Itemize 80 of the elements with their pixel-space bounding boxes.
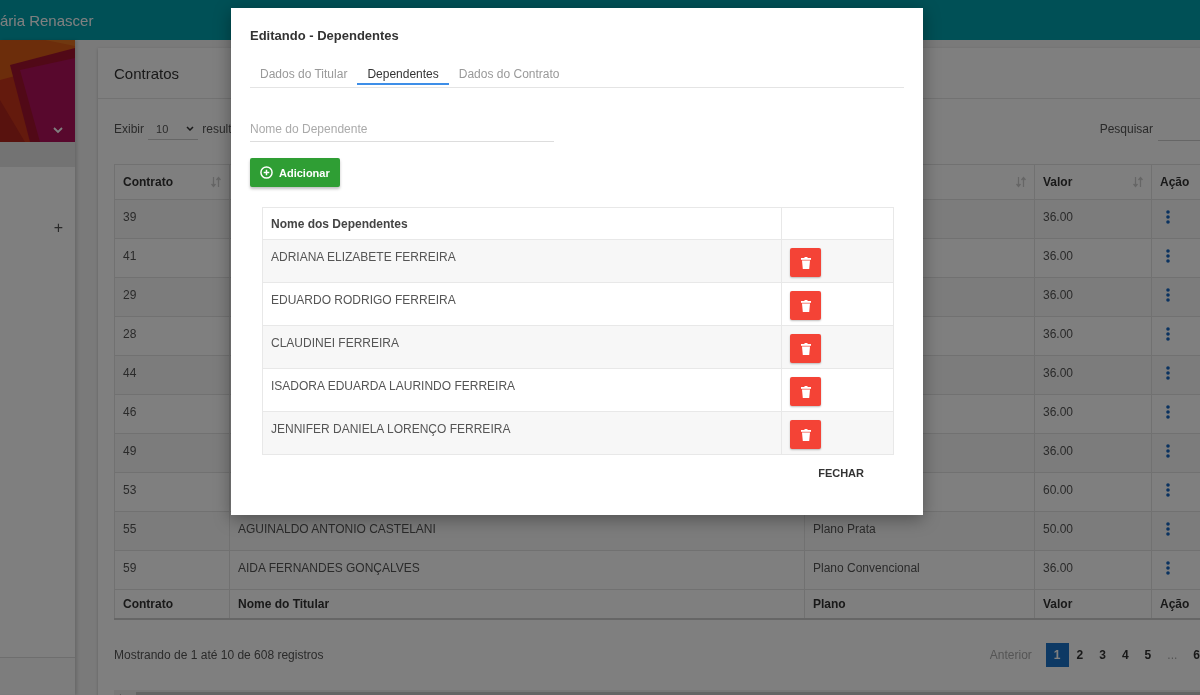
table-cell: 36.00 <box>1043 366 1074 380</box>
pagination-ellipsis: ... <box>1166 647 1179 664</box>
table-cell: 28 <box>123 327 137 341</box>
chevron-down-icon <box>186 126 195 131</box>
table-cell: 49 <box>123 444 137 458</box>
table-cell: 50.00 <box>1043 522 1074 536</box>
page-link[interactable]: 2 <box>1068 643 1092 667</box>
column-header: Plano <box>813 597 846 611</box>
table-cell: JENNIFER DANIELA LORENÇO FERREIRA <box>271 422 511 436</box>
table-cell: 59 <box>123 561 137 575</box>
page-size-select[interactable]: 10 <box>148 118 199 140</box>
more-options-icon[interactable] <box>1166 327 1170 341</box>
trash-icon <box>800 299 811 312</box>
more-options-icon[interactable] <box>1166 444 1170 458</box>
delete-button[interactable] <box>790 420 821 449</box>
column-header: Valor <box>1043 597 1073 611</box>
trash-icon <box>800 385 811 398</box>
page-link[interactable]: 5 <box>1136 643 1160 667</box>
records-info: Mostrando de 1 até 10 de 608 registros <box>114 648 324 662</box>
column-header: Contrato <box>123 597 173 611</box>
table-cell: ADRIANA ELIZABETE FERREIRA <box>271 250 456 264</box>
trash-icon <box>800 428 811 441</box>
table-cell: AIDA FERNANDES GONÇALVES <box>238 561 420 575</box>
table-cell: 36.00 <box>1043 405 1074 419</box>
chevron-down-icon[interactable] <box>53 127 63 134</box>
table-cell: 39 <box>123 210 137 224</box>
more-options-icon[interactable] <box>1166 561 1170 575</box>
add-button[interactable]: Adicionar <box>250 158 340 187</box>
table-cell: Plano Convencional <box>813 561 920 575</box>
column-header: Ação <box>1160 597 1190 611</box>
add-menu-button[interactable]: + <box>53 219 63 237</box>
page-link[interactable]: 6 <box>1185 643 1200 667</box>
table-cell: 36.00 <box>1043 210 1074 224</box>
more-options-icon[interactable] <box>1166 522 1170 536</box>
table-cell: 53 <box>123 483 137 497</box>
tab[interactable]: Dados do Titular <box>250 64 358 85</box>
trash-icon <box>800 342 811 355</box>
table-cell: EDUARDO RODRIGO FERREIRA <box>271 293 456 307</box>
table-cell: 60.00 <box>1043 483 1074 497</box>
page-link[interactable]: 4 <box>1113 643 1137 667</box>
column-header[interactable]: Contrato <box>123 175 173 189</box>
table-cell: 44 <box>123 366 137 380</box>
tab[interactable]: Dados do Contrato <box>448 64 570 85</box>
column-header: Nome do Titular <box>238 597 330 611</box>
table-cell: CLAUDINEI FERREIRA <box>271 336 400 350</box>
page-link[interactable]: 3 <box>1091 643 1114 667</box>
plus-circle-icon <box>260 166 273 179</box>
table-cell: 36.00 <box>1043 288 1074 302</box>
more-options-icon[interactable] <box>1166 483 1170 497</box>
column-header[interactable]: Valor <box>1043 175 1073 189</box>
show-suffix: result <box>202 122 232 136</box>
delete-button[interactable] <box>790 248 821 277</box>
page-link[interactable]: 1 <box>1045 643 1069 667</box>
more-options-icon[interactable] <box>1166 366 1170 380</box>
table-cell: 36.00 <box>1043 444 1074 458</box>
more-options-icon[interactable] <box>1166 210 1170 224</box>
app-title: ária Renascer <box>0 11 94 29</box>
table-cell: 46 <box>123 405 137 419</box>
tab[interactable]: Dependentes <box>357 64 449 85</box>
trash-icon <box>800 256 811 269</box>
delete-button[interactable] <box>790 291 821 320</box>
show-label: Exibir <box>114 122 144 136</box>
modal-title: Editando - Dependentes <box>250 28 400 44</box>
delete-button[interactable] <box>790 377 821 406</box>
table-cell: 55 <box>123 522 137 536</box>
table-cell: AGUINALDO ANTONIO CASTELANI <box>238 522 436 536</box>
more-options-icon[interactable] <box>1166 249 1170 263</box>
table-cell: 29 <box>123 288 137 302</box>
column-header: Nome dos Dependentes <box>271 216 408 231</box>
table-cell: Plano Prata <box>813 522 876 536</box>
table-cell: 36.00 <box>1043 249 1074 263</box>
table-cell: ISADORA EDUARDA LAURINDO FERREIRA <box>271 379 516 393</box>
delete-button[interactable] <box>790 334 821 363</box>
table-cell: 41 <box>123 249 137 263</box>
more-options-icon[interactable] <box>1166 405 1170 419</box>
search-label: Pesquisar <box>1099 122 1153 136</box>
table-cell: 36.00 <box>1043 327 1074 341</box>
close-button[interactable]: FECHAR <box>800 461 882 485</box>
more-options-icon[interactable] <box>1166 288 1170 302</box>
table-cell: 36.00 <box>1043 561 1074 575</box>
